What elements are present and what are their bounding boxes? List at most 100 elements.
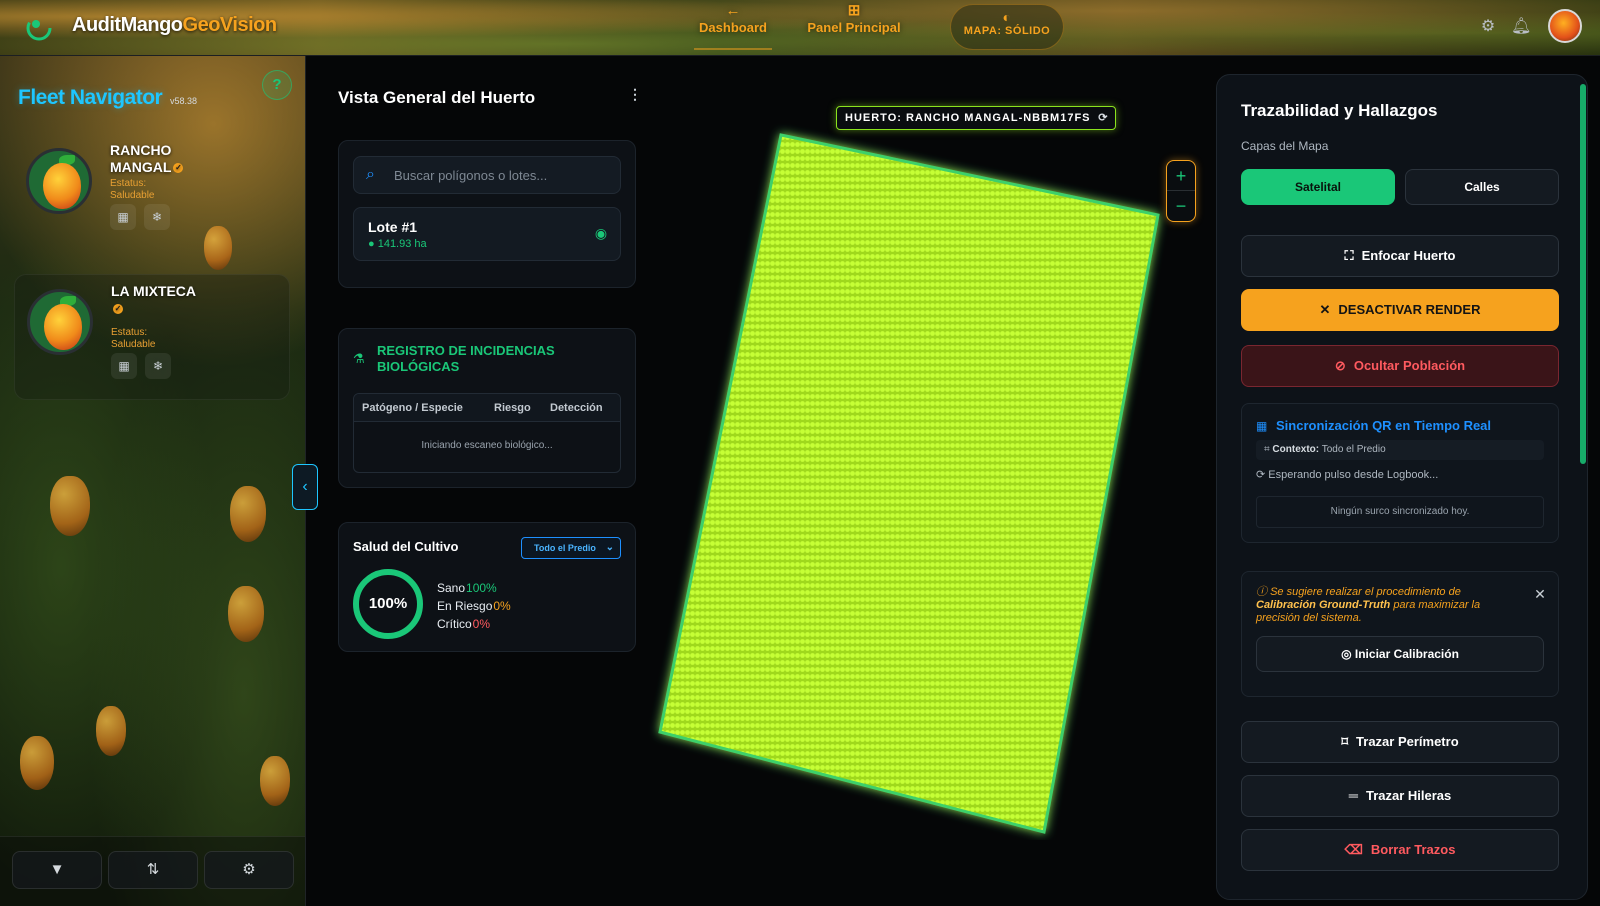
farm-status: Estatus: Saludable — [111, 327, 156, 350]
eye-icon[interactable]: ◉ — [592, 225, 610, 243]
close-icon[interactable]: ✕ — [1532, 586, 1548, 602]
farm-name: RANCHO MANGAL ✓ — [110, 142, 184, 175]
zoom-out-button[interactable]: − — [1167, 191, 1195, 221]
fleet-title: Fleet Navigator — [18, 86, 163, 109]
gear-icon[interactable]: ⚙ — [1478, 16, 1498, 36]
decorative-mango — [96, 706, 126, 756]
fleet-footer: ▼ ⇅ ⚙ — [0, 836, 305, 906]
borrar-trazos-button[interactable]: ⌫ Borrar Trazos — [1241, 829, 1559, 871]
rows-icon: ═ — [1348, 788, 1358, 803]
trazabilidad-panel: Trazabilidad y Hallazgos Capas del Mapa … — [1216, 74, 1588, 900]
search-box: ⌕ — [353, 156, 621, 194]
filter-icon: ▼ — [49, 861, 65, 878]
panel-title: Trazabilidad y Hallazgos — [1241, 101, 1438, 120]
ocultar-poblacion-button[interactable]: ⊘ Ocultar Población — [1241, 345, 1559, 387]
layers-label: Capas del Mapa — [1241, 139, 1329, 153]
close-icon: ✕ — [1319, 302, 1331, 317]
filter-button[interactable]: ▼ — [12, 851, 102, 889]
user-avatar[interactable] — [1548, 9, 1582, 43]
farm-avatar — [27, 289, 93, 355]
farm-avatar — [26, 148, 92, 214]
verified-icon: ✓ — [173, 163, 184, 174]
map-mode-label: MAPA: SÓLIDO — [963, 25, 1051, 37]
map-icon[interactable]: ▦ — [110, 204, 136, 230]
stat-critico: Crítico0% — [437, 617, 491, 631]
panel-scrollbar[interactable] — [1580, 84, 1586, 464]
more-options-icon[interactable]: ⋮ — [628, 86, 642, 106]
chevron-down-icon: ⌄ — [605, 542, 614, 553]
iniciar-calibracion-button[interactable]: ◎ Iniciar Calibración — [1256, 636, 1544, 672]
layer-calles-button[interactable]: Calles — [1405, 169, 1559, 205]
lote-item[interactable]: Lote #1 ● 141.93 ha ◉ — [353, 207, 621, 261]
qr-sync-card: ▦ Sincronización QR en Tiempo Real ⌗ Con… — [1241, 403, 1559, 543]
target-icon: ◎ — [1341, 647, 1352, 661]
trazar-perimetro-button[interactable]: ⌑ Trazar Perímetro — [1241, 721, 1559, 763]
snowflake-icon[interactable]: ❄ — [144, 204, 170, 230]
nav-dashboard[interactable]: ← Dashboard — [694, 2, 772, 50]
column-header: Detección — [550, 402, 603, 414]
lote-area: ● 141.93 ha — [368, 238, 427, 250]
stat-en-riesgo: En Riesgo0% — [437, 599, 511, 613]
nav-dashboard-label: Dashboard — [699, 20, 767, 35]
collapse-sidebar-button[interactable]: ‹ — [292, 464, 318, 510]
map-icon[interactable]: ▦ — [111, 353, 137, 379]
lote-name: Lote #1 — [368, 219, 418, 235]
qr-icon: ▦ — [1256, 419, 1268, 433]
eraser-icon: ⌫ — [1344, 842, 1363, 857]
table-header: Patógeno / Especie Riesgo Detección — [354, 394, 620, 422]
search-icon: ⌕ — [366, 166, 375, 183]
eye-off-icon: ⊘ — [1334, 358, 1346, 373]
search-input[interactable] — [394, 157, 614, 193]
help-button[interactable]: ? — [262, 70, 292, 100]
decorative-mango — [20, 736, 54, 790]
salud-title: Salud del Cultivo — [353, 539, 459, 554]
desactivar-render-button[interactable]: ✕ DESACTIVAR RENDER — [1241, 289, 1559, 331]
decorative-mango — [50, 476, 90, 536]
settings-button[interactable]: ⚙ — [204, 851, 294, 889]
column-header: Patógeno / Especie — [362, 402, 463, 414]
health-ring: 100% — [353, 569, 423, 639]
registro-card: ⚗ REGISTRO DE INCIDENCIAS BIOLÓGICAS Pat… — [338, 328, 636, 488]
scope-select[interactable]: Todo el Predio ⌄ — [521, 537, 621, 559]
perimeter-icon: ⌑ — [1341, 734, 1349, 749]
orchard-polygon[interactable] — [658, 133, 1160, 834]
zoom-in-button[interactable]: + — [1167, 161, 1195, 191]
brand-accent: GeoVision — [182, 14, 278, 36]
arrow-left-icon: ← — [725, 2, 741, 19]
farm-name: LA MIXTECA✓ — [111, 283, 197, 315]
verified-icon: ✓ — [113, 304, 123, 315]
column-header: Riesgo — [494, 402, 531, 414]
enfocar-huerto-button[interactable]: ⛶ Enfocar Huerto — [1241, 235, 1559, 277]
farm-status: Estatus: Saludable — [110, 178, 155, 201]
farm-card-rancho-mangal[interactable]: RANCHO MANGAL ✓ Estatus: Saludable ▦ ❄ — [14, 134, 290, 260]
flask-icon: ⚗ — [353, 351, 365, 366]
zoom-controls: + − — [1166, 160, 1196, 222]
settings-icon: ⚙ — [242, 861, 256, 878]
sort-icon: ⇅ — [146, 861, 160, 878]
info-icon: ⓘ — [1256, 586, 1267, 598]
calibracion-card: ⓘ Se sugiere realizar el procedimiento d… — [1241, 571, 1559, 697]
orchard-polygon-map[interactable] — [640, 120, 1180, 840]
app-root: AuditMangoGeoVision ← Dashboard ⊞ Panel … — [0, 0, 1600, 906]
decorative-mango — [230, 486, 266, 542]
salud-card: Salud del Cultivo Todo el Predio ⌄ 100% S… — [338, 522, 636, 652]
nav-panel-principal[interactable]: ⊞ Panel Principal — [804, 2, 904, 50]
table-empty-state: Iniciando escaneo biológico... — [421, 440, 553, 451]
stat-sano: Sano100% — [437, 581, 497, 595]
sort-button[interactable]: ⇅ — [108, 851, 198, 889]
overview-title: Vista General del Huerto — [338, 88, 536, 107]
chevron-left-icon: ‹ — [302, 478, 308, 495]
farm-card-la-mixteca[interactable]: LA MIXTECA✓ Estatus: Saludable ▦ ❄ — [14, 274, 290, 400]
decorative-mango — [260, 756, 290, 806]
map-mode-toggle[interactable]: ◐ MAPA: SÓLIDO — [950, 4, 1064, 50]
snowflake-icon[interactable]: ❄ — [145, 353, 171, 379]
fleet-sidebar: Fleet Navigator v58.38 ? RANCHO MANGAL ✓ … — [0, 56, 306, 906]
bell-icon[interactable]: 🔔︎ — [1511, 16, 1531, 36]
trazar-hileras-button[interactable]: ═ Trazar Hileras — [1241, 775, 1559, 817]
layer-satelital-button[interactable]: Satelital — [1241, 169, 1395, 205]
focus-icon: ⛶ — [1344, 248, 1354, 263]
nav-panel-label: Panel Principal — [807, 20, 901, 35]
top-bar: AuditMangoGeoVision ← Dashboard ⊞ Panel … — [0, 0, 1600, 56]
qr-title: Sincronización QR en Tiempo Real — [1276, 418, 1492, 433]
brand-title[interactable]: AuditMangoGeoVision — [72, 14, 277, 37]
